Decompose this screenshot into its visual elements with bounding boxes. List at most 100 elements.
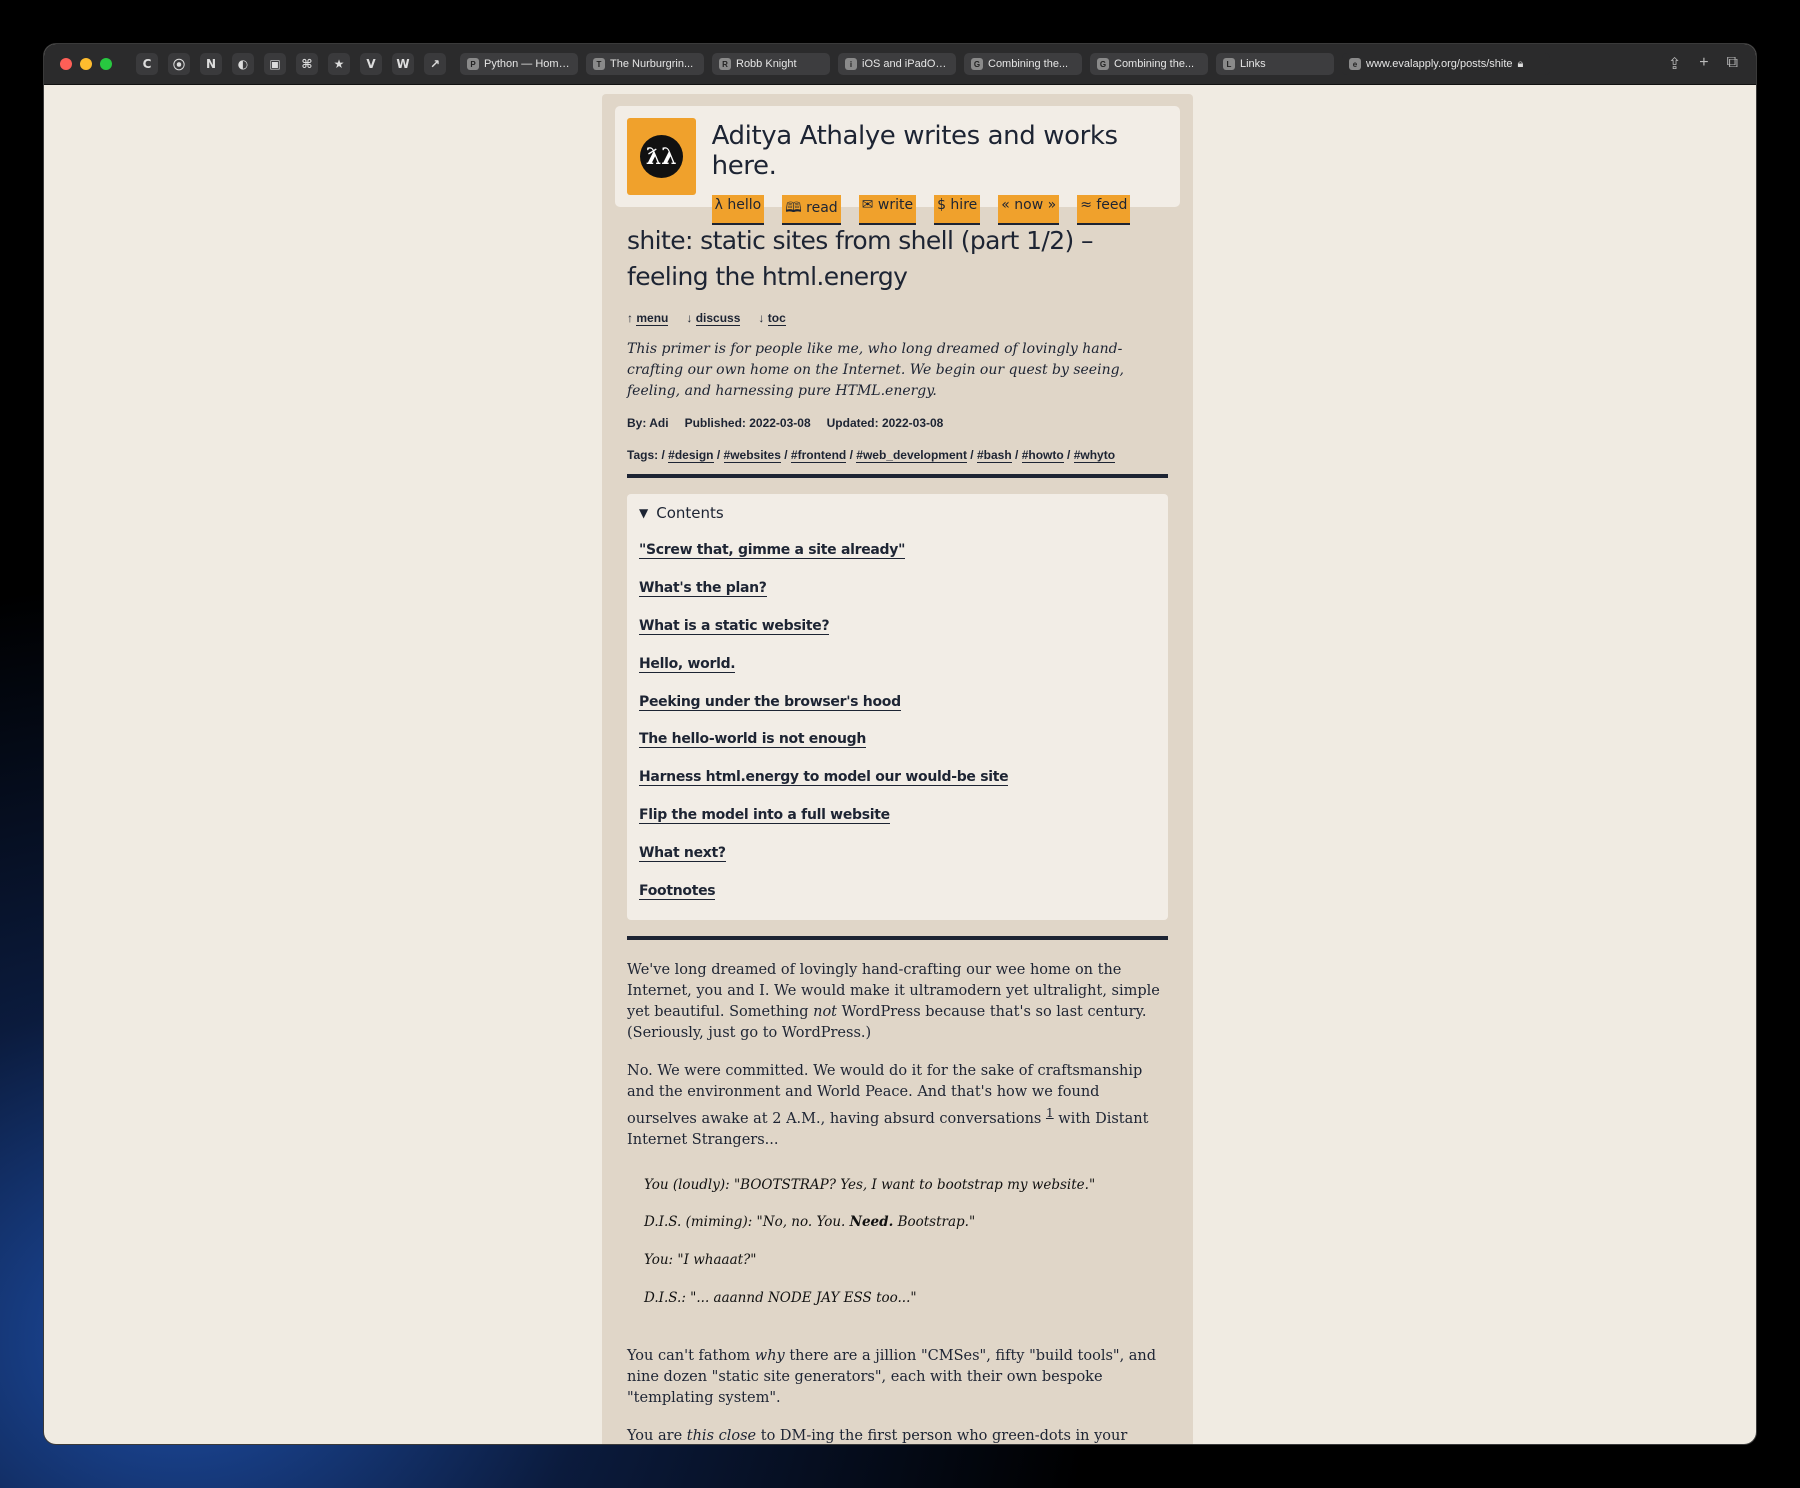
site-title: Aditya Athalye writes and works here.: [711, 121, 1118, 181]
close-window-button[interactable]: [60, 58, 72, 70]
tab-favicon-icon: e: [1349, 58, 1361, 70]
quote-strong: Need.: [849, 1214, 894, 1231]
toc-item: "Screw that, gimme a site already": [639, 532, 1156, 570]
divider: [627, 474, 1168, 478]
nav-now[interactable]: « now »: [998, 195, 1060, 225]
share-icon[interactable]: ⇪: [1668, 54, 1681, 74]
paragraph-text: You can't fathom: [627, 1347, 755, 1364]
post-content: shite: static sites from shell (part 1/2…: [615, 223, 1180, 1444]
tab-favicon-icon: T: [593, 58, 605, 70]
browser-tab[interactable]: L Links: [1216, 53, 1334, 75]
nav-hire[interactable]: $ hire: [934, 195, 981, 225]
toc-link[interactable]: "Screw that, gimme a site already": [639, 542, 905, 560]
quote-line: You (loudly): "BOOTSTRAP? Yes, I want to…: [644, 1177, 1168, 1215]
tag-link[interactable]: #websites: [723, 448, 781, 463]
toc-item: What's the plan?: [639, 570, 1156, 608]
page-viewport[interactable]: ƛλ Aditya Athalye writes and works here.…: [44, 86, 1756, 1444]
browser-tab[interactable]: G Combining the...: [964, 53, 1082, 75]
site-header: ƛλ Aditya Athalye writes and works here.…: [615, 106, 1180, 225]
arrow-up-icon: ↑: [627, 311, 633, 325]
toc-item: Peeking under the browser's hood: [639, 683, 1156, 721]
post-tags: Tags: / #design / #websites / #frontend …: [627, 448, 1116, 463]
tag-link[interactable]: #design: [668, 448, 714, 463]
jump-links: ↑ menu ↓ discuss ↓ toc: [627, 311, 1168, 326]
jump-discuss-link[interactable]: ↓ discuss: [686, 311, 741, 326]
toc-toggle[interactable]: ▼ Contents: [639, 504, 1156, 522]
favorite-icon[interactable]: ↗: [424, 53, 446, 75]
favorite-icon[interactable]: C: [136, 53, 158, 75]
tag-link[interactable]: #frontend: [790, 448, 847, 463]
toc-link[interactable]: The hello-world is not enough: [639, 731, 866, 749]
jump-label: menu: [636, 311, 669, 326]
arrow-down-icon: ↓: [686, 311, 693, 325]
browser-tab[interactable]: i iOS and iPadOS...: [838, 53, 956, 75]
toc-link[interactable]: What next?: [639, 845, 726, 862]
nav-read[interactable]: 🕮 read: [782, 195, 841, 225]
tab-overview-icon[interactable]: ⧉: [1727, 54, 1738, 74]
post-meta: By: Adi Published: 2022-03-08 Updated: 2…: [627, 416, 1168, 430]
quote-line: D.I.S.: "... aaannd NODE JAY ESS too...": [644, 1290, 1168, 1328]
toc-link[interactable]: Flip the model into a full website: [639, 807, 890, 824]
favorite-icon[interactable]: ★: [328, 53, 350, 75]
tab-favicon-icon: L: [1223, 58, 1235, 70]
toc-label: Contents: [656, 504, 724, 522]
emphasis: why: [754, 1347, 785, 1364]
nav-feed[interactable]: ≈ feed: [1077, 195, 1131, 225]
browser-tab[interactable]: G Combining the...: [1090, 53, 1208, 75]
toc-link[interactable]: Harness html.energy to model our would-b…: [639, 769, 1009, 787]
favorite-icon[interactable]: ⦿: [168, 53, 190, 75]
tab-label: Combining the...: [1114, 58, 1195, 70]
quote-text: D.I.S.: "... aaannd NODE JAY ESS too...": [644, 1289, 917, 1306]
jump-menu-link[interactable]: ↑ menu: [627, 311, 669, 326]
toc-link[interactable]: Peeking under the browser's hood: [639, 694, 901, 711]
quote-text: You: "I whaaat?": [644, 1252, 757, 1269]
paragraph: We've long dreamed of lovingly hand-craf…: [627, 960, 1168, 1044]
tab-label: Python — Home...: [484, 58, 571, 70]
paragraph: You can't fathom why there are a jillion…: [627, 1346, 1168, 1409]
minimize-window-button[interactable]: [80, 58, 92, 70]
favorite-icon[interactable]: ◐: [232, 53, 254, 75]
tag-link[interactable]: #web_development: [856, 448, 967, 463]
tab-label: Combining the...: [988, 58, 1069, 70]
tab-favicon-icon: i: [845, 58, 857, 70]
active-tab-address[interactable]: e www.evalapply.org/posts/shite 🔒︎: [1342, 53, 1550, 75]
emphasis: not: [813, 1003, 838, 1020]
favorite-icon[interactable]: N: [200, 53, 222, 75]
address-url: www.evalapply.org/posts/shite: [1366, 58, 1513, 70]
jump-toc-link[interactable]: ↓ toc: [758, 311, 786, 326]
favorite-icon[interactable]: ⌘: [296, 53, 318, 75]
toc-list: "Screw that, gimme a site already" What'…: [639, 532, 1156, 910]
browser-tab[interactable]: P Python — Home...: [460, 53, 578, 75]
nav-write[interactable]: ✉ write: [858, 195, 917, 225]
favorite-icon[interactable]: W: [392, 53, 414, 75]
jump-label: discuss: [695, 311, 741, 326]
toc-link[interactable]: What is a static website?: [639, 618, 830, 635]
tag-link[interactable]: #bash: [976, 448, 1012, 463]
tag-link[interactable]: #howto: [1021, 448, 1064, 463]
triangle-down-icon: ▼: [639, 506, 649, 520]
toc-link[interactable]: Hello, world.: [639, 656, 736, 673]
browser-tab[interactable]: T The Nurburgrin...: [586, 53, 704, 75]
new-tab-icon[interactable]: +: [1699, 54, 1708, 74]
tags-label: Tags:: [627, 448, 659, 462]
tab-label: Links: [1240, 58, 1266, 70]
site-logo[interactable]: ƛλ: [627, 118, 696, 195]
post-author: By: Adi: [627, 416, 669, 430]
tab-favicon-icon: P: [467, 58, 479, 70]
nav-hello[interactable]: λ hello: [711, 195, 765, 225]
jump-label: toc: [767, 311, 786, 326]
tag-link[interactable]: #whyto: [1073, 448, 1116, 463]
zoom-window-button[interactable]: [100, 58, 112, 70]
favorite-icon[interactable]: ▣: [264, 53, 286, 75]
footnote-link[interactable]: 1: [1046, 1106, 1054, 1120]
browser-window: C ⦿ N ◐ ▣ ⌘ ★ V W ↗ P Python — Home... TT…: [44, 44, 1756, 1444]
browser-tab[interactable]: R Robb Knight: [712, 53, 830, 75]
post-published: Published: 2022-03-08: [684, 416, 811, 430]
paragraph-text: You are: [627, 1427, 687, 1444]
toc-link[interactable]: Footnotes: [639, 883, 716, 900]
favorite-icon[interactable]: V: [360, 53, 382, 75]
page-column: ƛλ Aditya Athalye writes and works here.…: [602, 94, 1193, 1444]
post-summary: This primer is for people like me, who l…: [627, 341, 1124, 399]
tab-favicon-icon: G: [971, 58, 983, 70]
toc-link[interactable]: What's the plan?: [639, 580, 767, 598]
